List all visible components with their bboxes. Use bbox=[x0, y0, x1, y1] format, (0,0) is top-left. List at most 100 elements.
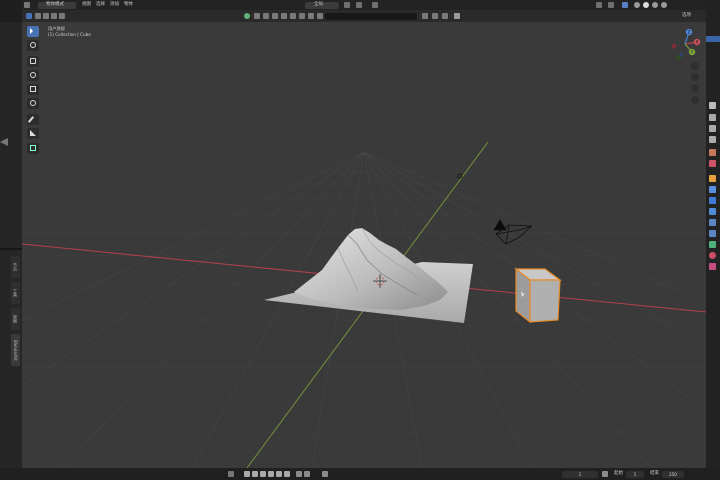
filter-camera-icon[interactable] bbox=[281, 13, 287, 19]
select-mode-new-icon[interactable] bbox=[35, 13, 41, 19]
auto-key-icon[interactable] bbox=[304, 471, 310, 477]
view-layer-icon[interactable] bbox=[709, 136, 716, 143]
shading-rendered-icon[interactable] bbox=[661, 2, 667, 8]
filter-empty-icon[interactable] bbox=[263, 13, 269, 19]
jump-start-icon[interactable] bbox=[244, 471, 250, 477]
zoom-icon[interactable] bbox=[691, 62, 699, 70]
tool-move[interactable] bbox=[27, 56, 39, 67]
gizmo-x-label: X bbox=[696, 39, 699, 44]
mesh-data-icon[interactable] bbox=[709, 241, 716, 248]
navigation-gizmo[interactable]: X Z Y bbox=[665, 24, 705, 64]
move-icon bbox=[30, 58, 36, 64]
select-mode-extend-icon[interactable] bbox=[43, 13, 49, 19]
transform-orientation-label: 全局 bbox=[314, 2, 323, 7]
menu-add[interactable]: 添加 bbox=[110, 0, 119, 10]
editor-header: 物体模式 视图 选择 添加 物体 全局 bbox=[22, 0, 706, 10]
tool-annotate[interactable] bbox=[27, 114, 39, 125]
play-icon[interactable] bbox=[268, 471, 274, 477]
layers-icon[interactable] bbox=[432, 13, 438, 19]
xray-icon[interactable] bbox=[622, 2, 628, 8]
constraints-icon[interactable] bbox=[709, 219, 716, 226]
output-properties-icon[interactable] bbox=[709, 125, 716, 132]
render-properties-icon[interactable] bbox=[709, 114, 716, 121]
3d-viewport[interactable] bbox=[22, 22, 706, 468]
options-label[interactable]: 选项 bbox=[682, 11, 691, 21]
camera-view-icon[interactable] bbox=[691, 84, 699, 92]
scene-properties-icon[interactable] bbox=[709, 149, 716, 156]
snap-icon[interactable] bbox=[356, 2, 362, 8]
tool-transform[interactable] bbox=[27, 98, 39, 109]
measure-icon bbox=[30, 130, 36, 136]
preview-range-icon[interactable] bbox=[602, 471, 608, 477]
viewport-info: 用户透视 (1) Collection | Cube bbox=[48, 26, 91, 38]
end-frame-field[interactable]: 250 bbox=[662, 471, 684, 478]
properties-tabs bbox=[706, 0, 720, 468]
filter-mesh-icon[interactable] bbox=[244, 13, 250, 19]
tool-measure[interactable] bbox=[27, 128, 39, 139]
particles-icon[interactable] bbox=[709, 197, 716, 204]
world-properties-icon[interactable] bbox=[709, 160, 716, 167]
tab-blenderkit[interactable]: BlenderKit bbox=[11, 334, 20, 366]
tool-rotate[interactable] bbox=[27, 70, 39, 81]
cursor-arrow-icon bbox=[30, 28, 33, 34]
tool-properties-icon[interactable] bbox=[709, 102, 716, 109]
filter-other-icon[interactable] bbox=[290, 13, 296, 19]
collapsed-panel-arrow-icon[interactable] bbox=[0, 138, 8, 146]
transform-icon bbox=[30, 100, 36, 106]
proportional-edit-icon[interactable] bbox=[372, 2, 378, 8]
select-mode-subtract-icon[interactable] bbox=[51, 13, 57, 19]
select-mode-invert-icon[interactable] bbox=[59, 13, 65, 19]
gizmo-y-label: Y bbox=[690, 49, 694, 54]
outliner-collapse-handle[interactable] bbox=[706, 36, 720, 42]
menu-object[interactable]: 物体 bbox=[124, 0, 133, 10]
pivot-icon[interactable] bbox=[344, 2, 350, 8]
tab-tool[interactable]: 工具 bbox=[11, 282, 20, 304]
filter-light-icon[interactable] bbox=[272, 13, 278, 19]
modifier-properties-icon[interactable] bbox=[709, 186, 716, 193]
filter-armature-icon[interactable] bbox=[254, 13, 260, 19]
prev-keyframe-icon[interactable] bbox=[252, 471, 258, 477]
gizmo-toggle-icon[interactable] bbox=[596, 2, 602, 8]
tool-select-box[interactable] bbox=[27, 26, 39, 37]
material-icon[interactable] bbox=[709, 252, 716, 259]
start-frame-field[interactable]: 1 bbox=[626, 471, 644, 478]
tool-add-cube[interactable] bbox=[27, 143, 39, 154]
record-icon[interactable] bbox=[296, 471, 302, 477]
next-keyframe-icon[interactable] bbox=[276, 471, 282, 477]
object-data-icon[interactable] bbox=[709, 230, 716, 237]
cube-object bbox=[514, 267, 562, 324]
object-properties-icon[interactable] bbox=[709, 175, 716, 182]
shading-wire-icon[interactable] bbox=[634, 2, 640, 8]
keying-icon[interactable] bbox=[228, 471, 234, 477]
tab-node[interactable]: 节点 bbox=[11, 256, 20, 278]
restrict-toggle-icon[interactable] bbox=[454, 13, 460, 19]
end-label: 结束 bbox=[650, 471, 659, 476]
collection-info: (1) Collection | Cube bbox=[48, 32, 91, 37]
pan-hand-icon[interactable] bbox=[691, 73, 699, 81]
tool-scale[interactable] bbox=[27, 84, 39, 95]
search-field[interactable] bbox=[325, 12, 417, 20]
filter-curve-icon[interactable] bbox=[299, 13, 305, 19]
select-box-icon[interactable] bbox=[26, 13, 32, 19]
editor-type-icon[interactable] bbox=[24, 2, 30, 8]
filter-surface-icon[interactable] bbox=[308, 13, 314, 19]
jump-end-icon[interactable] bbox=[284, 471, 290, 477]
texture-icon[interactable] bbox=[709, 263, 716, 270]
filter-icon[interactable] bbox=[422, 13, 428, 19]
overlay-toggle-icon[interactable] bbox=[608, 2, 614, 8]
ortho-grid-icon[interactable] bbox=[691, 96, 699, 104]
play-reverse-icon[interactable] bbox=[260, 471, 266, 477]
physics-icon[interactable] bbox=[709, 208, 716, 215]
menu-view[interactable]: 视图 bbox=[82, 0, 91, 10]
tool-cursor[interactable] bbox=[27, 40, 39, 51]
menu-select[interactable]: 选择 bbox=[96, 0, 105, 10]
gizmo-z-label: Z bbox=[688, 29, 691, 34]
funnel-icon[interactable] bbox=[442, 13, 448, 19]
cursor-icon bbox=[30, 42, 36, 48]
tab-view[interactable]: 视图 bbox=[11, 308, 20, 330]
shading-material-icon[interactable] bbox=[652, 2, 658, 8]
filter-meta-icon[interactable] bbox=[317, 13, 323, 19]
current-frame-field[interactable]: 1 bbox=[562, 471, 598, 478]
keyframe-type-icon[interactable] bbox=[322, 471, 328, 477]
shading-solid-icon[interactable] bbox=[643, 2, 649, 8]
